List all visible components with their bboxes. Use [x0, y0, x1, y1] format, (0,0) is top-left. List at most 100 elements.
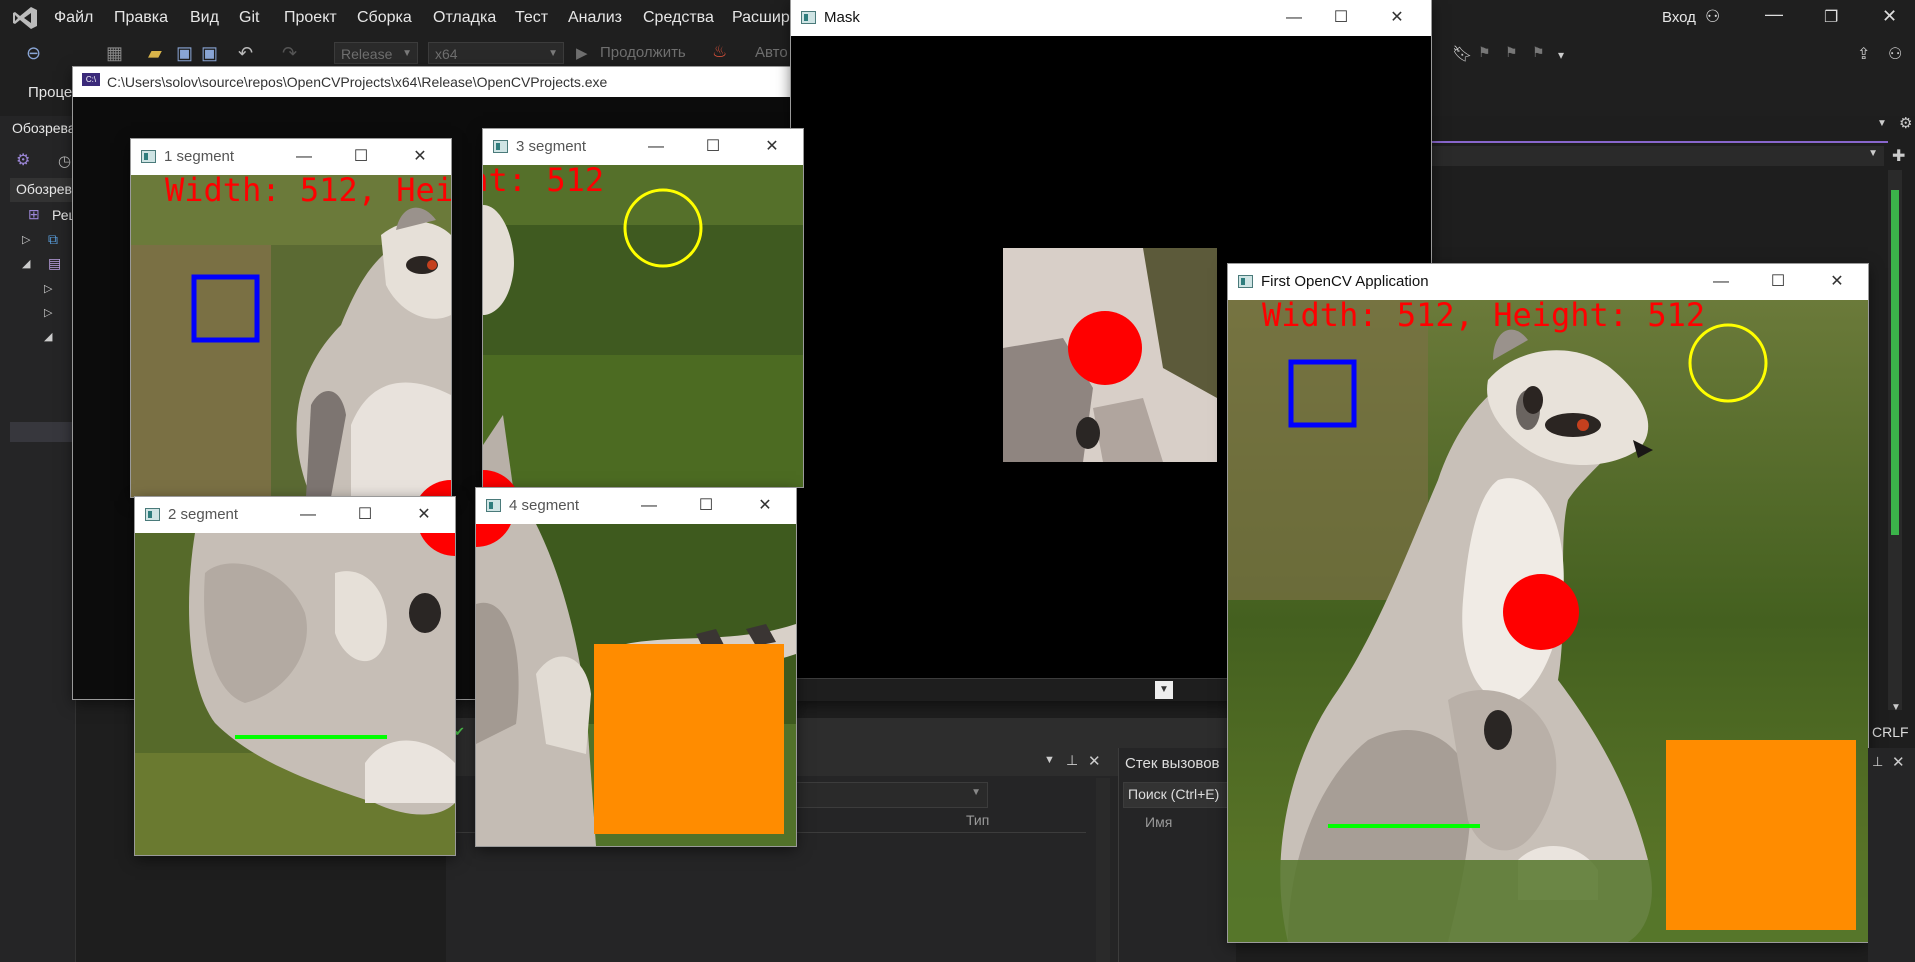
- bookmark-next-icon[interactable]: ⚑: [1505, 44, 1518, 61]
- expand-icon[interactable]: ▷: [44, 282, 52, 295]
- call-stack-title: Стек вызовов: [1125, 755, 1220, 772]
- menu-test[interactable]: Тест: [515, 9, 548, 27]
- segment-4-window[interactable]: 4 segment — ☐ ✕: [476, 488, 796, 846]
- minimize-icon[interactable]: —: [1698, 264, 1744, 300]
- auto-combo[interactable]: Авто: [755, 44, 788, 61]
- configuration-combo[interactable]: Release ▼: [334, 42, 418, 64]
- output-panel-strip: ▼: [791, 678, 1228, 701]
- menu-build[interactable]: Сборка: [357, 9, 412, 27]
- editor-area: ▼ ⚙ ▼ ✚: [1428, 114, 1915, 264]
- dropdown-arrow-icon[interactable]: ▼: [1877, 118, 1887, 129]
- menu-tools[interactable]: Средства: [643, 9, 714, 27]
- split-editor-icon[interactable]: ✚: [1892, 146, 1905, 166]
- sign-in-link[interactable]: Вход: [1662, 9, 1696, 26]
- call-stack-search[interactable]: Поиск (Ctrl+E): [1123, 782, 1231, 808]
- close-icon[interactable]: ✕: [401, 497, 447, 533]
- play-icon[interactable]: ▶: [576, 44, 588, 62]
- maximize-icon[interactable]: ☐: [1318, 0, 1364, 36]
- collapse-icon[interactable]: ◢: [44, 330, 52, 343]
- menu-file[interactable]: Файл: [54, 9, 93, 27]
- save-all-icon[interactable]: ▣: [201, 43, 218, 64]
- back-icon[interactable]: ⊖: [26, 43, 41, 64]
- open-folder-icon[interactable]: ▰: [148, 43, 162, 64]
- close-icon[interactable]: ✕: [1814, 264, 1860, 300]
- scroll-down-icon[interactable]: ▼: [1891, 702, 1901, 713]
- console-titlebar[interactable]: C:\ C:\Users\solov\source\repos\OpenCVPr…: [73, 67, 791, 97]
- minimize-icon[interactable]: —: [633, 129, 679, 165]
- minimize-icon[interactable]: —: [285, 497, 331, 533]
- navigation-bar[interactable]: ▼: [1428, 146, 1884, 166]
- segment-2-titlebar[interactable]: 2 segment — ☐ ✕: [135, 497, 455, 533]
- bookmark-clear-icon[interactable]: ⚑: [1532, 44, 1545, 61]
- red-circle: [1503, 574, 1579, 650]
- line-ending-indicator[interactable]: CRLF: [1872, 724, 1909, 740]
- segment-1-titlebar[interactable]: 1 segment — ☐ ✕: [131, 139, 451, 175]
- menu-git[interactable]: Git: [239, 9, 259, 27]
- close-icon[interactable]: ✕: [742, 488, 788, 524]
- live-share-icon[interactable]: ⇪: [1857, 44, 1870, 64]
- segment-2-window[interactable]: 2 segment — ☐ ✕: [135, 497, 455, 855]
- search-depth-combo[interactable]: ▼: [796, 782, 988, 808]
- tree-selected-row[interactable]: [10, 422, 75, 442]
- new-project-icon[interactable]: ▦: [106, 43, 123, 64]
- maximize-icon[interactable]: ☐: [338, 139, 384, 175]
- main-window-titlebar[interactable]: First OpenCV Application — ☐ ✕: [1228, 264, 1868, 300]
- menu-debug[interactable]: Отладка: [433, 9, 496, 27]
- settings-gear-icon[interactable]: ⚙: [1899, 114, 1912, 132]
- maximize-icon[interactable]: ☐: [683, 488, 729, 524]
- project-icon: ▤: [48, 255, 62, 271]
- minimize-icon[interactable]: —: [281, 139, 327, 175]
- vs-close-icon[interactable]: ✕: [1882, 6, 1897, 27]
- menu-edit[interactable]: Правка: [114, 9, 168, 27]
- close-icon[interactable]: ✕: [397, 139, 443, 175]
- segment-1-window[interactable]: 1 segment — ☐ ✕ Width: 512, Height: 512: [131, 139, 451, 497]
- locals-scrollbar[interactable]: [1096, 778, 1110, 962]
- close-icon[interactable]: ✕: [1374, 0, 1420, 36]
- platform-combo[interactable]: x64 ▼: [428, 42, 564, 64]
- expand-icon[interactable]: ▷: [44, 306, 52, 319]
- expand-icon[interactable]: ◢: [22, 257, 30, 270]
- close-icon[interactable]: ✕: [749, 129, 795, 165]
- maximize-icon[interactable]: ☐: [690, 129, 736, 165]
- segment-4-titlebar[interactable]: 4 segment — ☐ ✕: [476, 488, 796, 524]
- segment-3-window[interactable]: 3 segment — ☐ ✕ Width: 512, Height: 512: [483, 129, 803, 487]
- feedback-icon[interactable]: ⚇: [1888, 44, 1902, 64]
- segment-3-titlebar[interactable]: 3 segment — ☐ ✕: [483, 129, 803, 165]
- scrollbar-thumb[interactable]: [1891, 190, 1899, 535]
- menu-view[interactable]: Вид: [190, 9, 219, 27]
- bookmark-prev-icon[interactable]: ⚑: [1478, 44, 1491, 61]
- pin-icon[interactable]: ⊥: [1066, 752, 1078, 769]
- output-dropdown-icon[interactable]: ▼: [1155, 681, 1173, 699]
- main-image-window[interactable]: First OpenCV Application — ☐ ✕ Width: 51…: [1228, 264, 1868, 942]
- toolbar-overflow-icon[interactable]: ▾: [1558, 48, 1564, 62]
- solution-explorer-tab[interactable]: Обозреватель решений: [10, 178, 170, 202]
- user-add-icon[interactable]: ⚇: [1705, 7, 1720, 27]
- minimize-icon[interactable]: —: [626, 488, 672, 524]
- redo-icon[interactable]: ↷: [282, 43, 297, 64]
- history-icon[interactable]: ◷: [58, 152, 71, 170]
- vs-minimize-icon[interactable]: —: [1765, 4, 1783, 25]
- hot-reload-icon[interactable]: ♨: [712, 42, 727, 62]
- undo-icon[interactable]: ↶: [238, 43, 253, 64]
- save-icon[interactable]: ▣: [176, 43, 193, 64]
- close-icon[interactable]: ✕: [1892, 753, 1905, 771]
- bookmark-icon[interactable]: 🔖︎: [1452, 44, 1472, 64]
- maximize-icon[interactable]: ☐: [342, 497, 388, 533]
- maximize-icon[interactable]: ☐: [1755, 264, 1801, 300]
- minimize-icon[interactable]: —: [1271, 0, 1317, 36]
- expand-icon[interactable]: ▷: [22, 233, 30, 246]
- menu-project[interactable]: Проект: [284, 9, 337, 27]
- pin-icon[interactable]: ⊥: [1872, 754, 1883, 770]
- continue-button[interactable]: Продолжить: [600, 44, 686, 61]
- menu-analyze[interactable]: Анализ: [568, 9, 622, 27]
- column-name[interactable]: Имя: [1145, 814, 1172, 830]
- solution-tool-icon[interactable]: ⚙: [16, 150, 30, 170]
- mask-visible-region: [1003, 248, 1217, 462]
- mask-titlebar[interactable]: Mask — ☐ ✕: [791, 0, 1431, 36]
- close-icon[interactable]: ✕: [1088, 752, 1101, 770]
- configuration-value: Release: [341, 46, 393, 62]
- vs-restore-icon[interactable]: ❐: [1824, 7, 1838, 27]
- column-type[interactable]: Тип: [966, 812, 989, 828]
- overlay-text: Width: 512, Height: 512: [165, 175, 451, 209]
- panel-dropdown-icon[interactable]: ▼: [1044, 754, 1055, 766]
